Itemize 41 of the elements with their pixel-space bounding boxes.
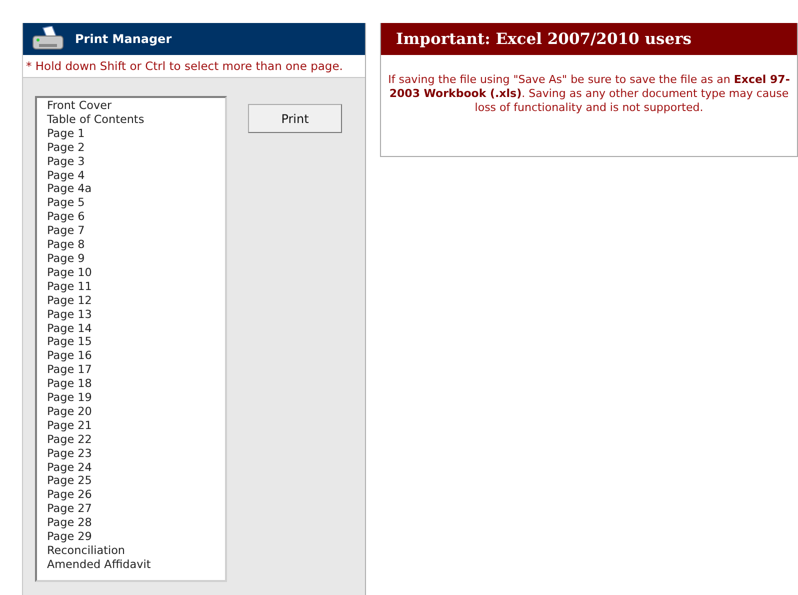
list-item[interactable]: Page 27	[47, 502, 92, 516]
list-item[interactable]: Page 26	[47, 488, 92, 502]
notice-title: Important: Excel 2007/2010 users	[381, 23, 797, 55]
list-item[interactable]: Front Cover	[47, 99, 112, 113]
hint-text: * Hold down Shift or Ctrl to select more than one page.	[23, 55, 365, 78]
list-item[interactable]: Page 18	[47, 377, 92, 392]
print-button[interactable]: Print	[248, 104, 342, 133]
list-item[interactable]: Page 11	[47, 280, 92, 294]
list-item[interactable]: Page 13	[47, 308, 92, 322]
list-item[interactable]: Table of Contents	[47, 112, 144, 127]
list-item[interactable]: Page 14	[47, 322, 92, 336]
list-item[interactable]: Page 9	[47, 252, 85, 266]
list-item[interactable]: Page 22	[47, 432, 92, 447]
list-item[interactable]: Page 5	[47, 196, 85, 210]
list-item[interactable]: Page 25	[47, 474, 92, 488]
list-item[interactable]: Amended Affidavit	[47, 558, 151, 572]
list-item[interactable]: Page 4	[47, 168, 85, 182]
list-item[interactable]: Page 1	[47, 126, 85, 141]
notice-message: If saving the file using "Save As" be sure to save the file as an Excel 97-2003 Workbook (.xls). Saving as any other document type may cause loss of functionality and is not supported.	[387, 72, 791, 115]
list-item[interactable]: Page 21	[47, 418, 92, 433]
list-item[interactable]: Page 16	[47, 349, 92, 364]
printer-icon	[31, 26, 65, 52]
list-item[interactable]: Page 29	[47, 530, 92, 544]
list-item[interactable]: Page 28	[47, 516, 92, 530]
list-item[interactable]: Page 17	[47, 363, 92, 378]
list-item[interactable]: Page 3	[47, 154, 85, 169]
list-item[interactable]: Page 23	[47, 446, 92, 461]
list-item[interactable]: Page 12	[47, 294, 92, 308]
panel-title: Print Manager	[75, 32, 172, 46]
list-item[interactable]: Page 6	[47, 210, 85, 224]
list-item[interactable]: Page 7	[47, 224, 85, 238]
list-item[interactable]: Page 8	[47, 238, 85, 252]
page-list[interactable]	[35, 96, 227, 582]
list-item[interactable]: Page 20	[47, 404, 92, 419]
list-item[interactable]: Page 19	[47, 391, 92, 405]
list-item[interactable]: Page 4a	[47, 182, 92, 196]
list-item[interactable]: Page 15	[47, 335, 92, 350]
list-item[interactable]: Page 10	[47, 266, 92, 280]
list-item[interactable]: Reconciliation	[47, 544, 126, 558]
list-item[interactable]: Page 24	[47, 460, 92, 474]
list-item[interactable]: Page 2	[47, 140, 85, 155]
